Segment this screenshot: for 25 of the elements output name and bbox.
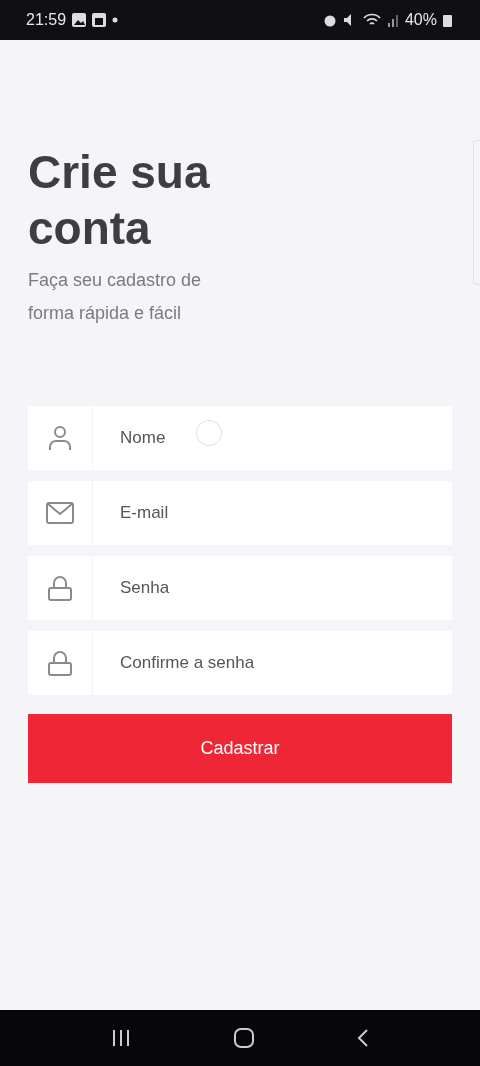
- submit-button[interactable]: Cadastrar: [28, 714, 452, 783]
- lock-icon: [48, 650, 72, 676]
- page-subtitle: Faça seu cadastro de forma rápida e fácil: [28, 269, 203, 325]
- text-field[interactable]: Confirme a senha: [28, 631, 452, 695]
- input-field[interactable]: E-mail: [93, 481, 452, 545]
- input-field[interactable]: Senha: [93, 556, 452, 620]
- text-field[interactable]: Senha: [28, 556, 452, 620]
- home-icon[interactable]: [234, 1028, 254, 1048]
- lock-icon: [48, 575, 72, 601]
- image-icon: [72, 13, 87, 27]
- battery-percent: 40%: [404, 11, 437, 29]
- text-field[interactable]: E-mail: [28, 481, 452, 545]
- signal-icon: [386, 13, 399, 27]
- input-field[interactable]: Confirme a senha: [93, 631, 452, 695]
- status-time: 21:59: [26, 11, 67, 29]
- battery-icon: [443, 13, 452, 27]
- wifi-icon: [362, 13, 381, 27]
- page-title: Crie sua conta: [28, 145, 211, 256]
- back-icon[interactable]: [356, 1029, 369, 1047]
- text-field[interactable]: Nome: [28, 406, 452, 470]
- dot-icon: [112, 17, 119, 23]
- input-field[interactable]: Nome: [93, 406, 452, 470]
- mail-icon: [46, 502, 74, 524]
- recents-icon[interactable]: [111, 1030, 132, 1046]
- person-icon: [48, 425, 72, 451]
